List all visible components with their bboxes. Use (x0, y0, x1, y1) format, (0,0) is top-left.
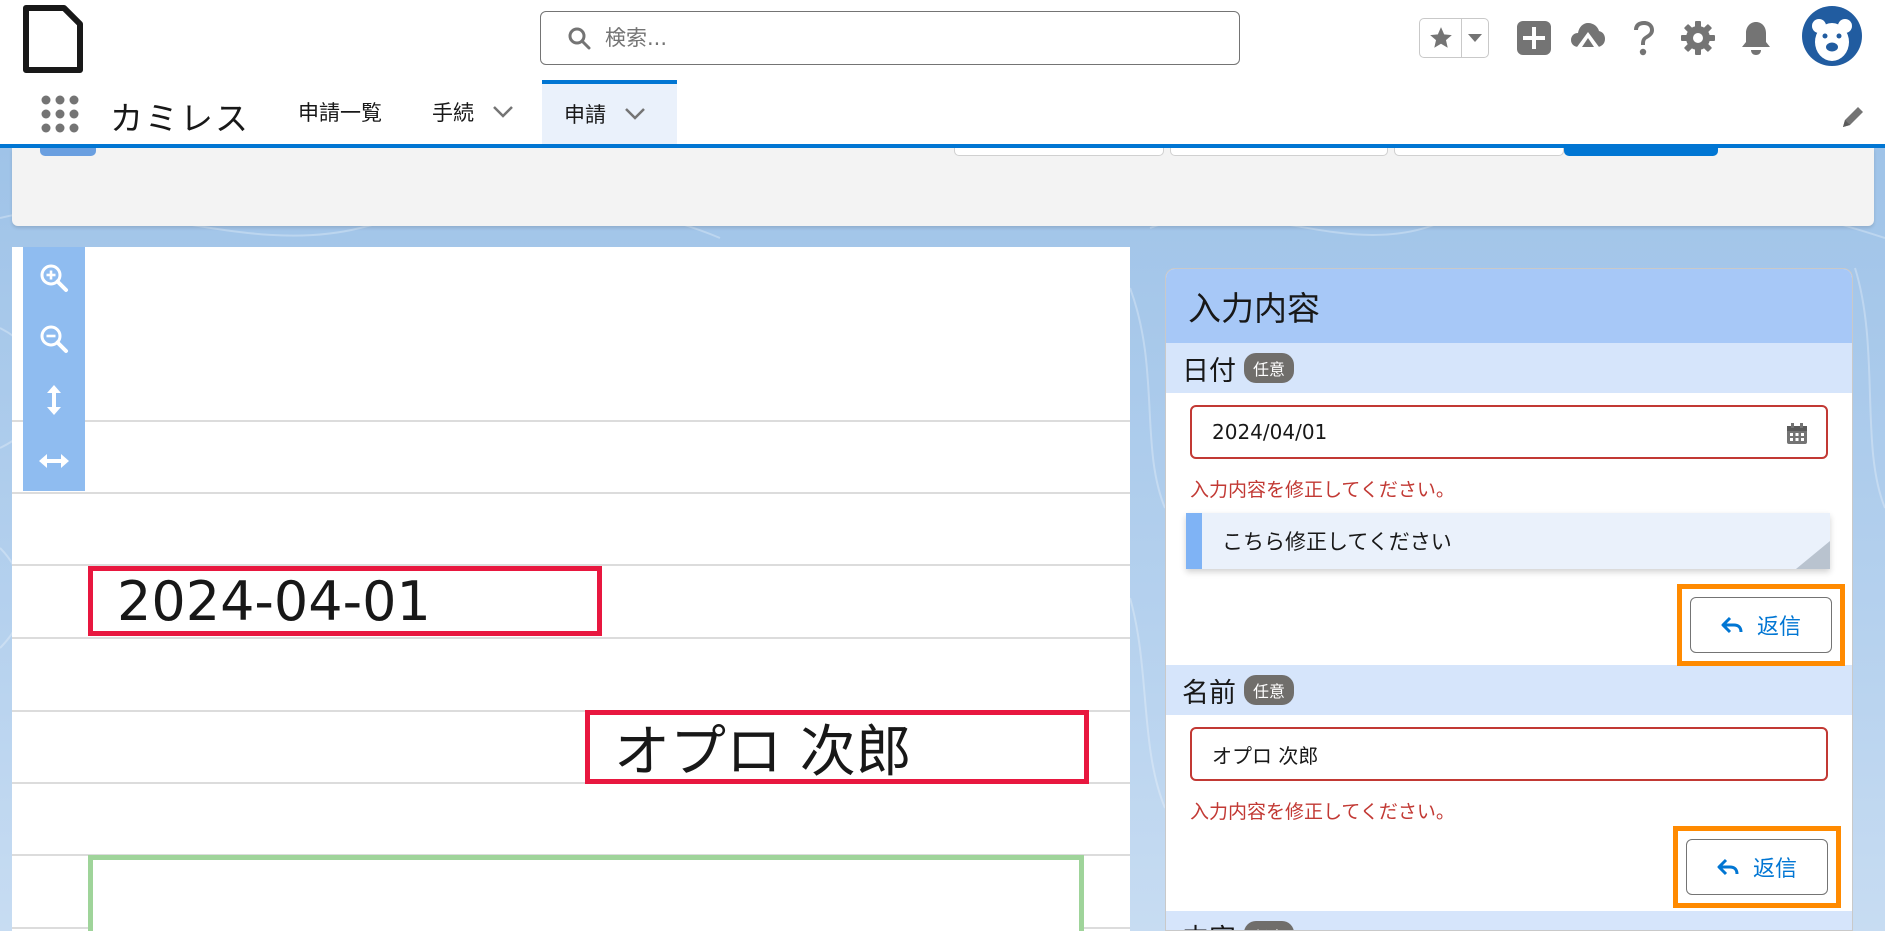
document-viewer[interactable]: 2024-04-01 オプロ 次郎 (12, 247, 1130, 931)
optional-badge: 任意 (1244, 921, 1295, 930)
fit-height-button[interactable] (23, 369, 85, 430)
field-label: 内容 (1182, 917, 1236, 931)
tab-label: 申請 (564, 103, 606, 127)
zoom-out-button[interactable] (23, 308, 85, 369)
comment-fold (1796, 541, 1830, 569)
vertical-arrows-icon (47, 384, 61, 415)
favorites-dropdown-button[interactable] (1462, 19, 1488, 57)
reply-icon (1717, 858, 1739, 876)
reply-label: 返信 (1756, 615, 1801, 640)
highlight-text: 2024-04-01 (117, 569, 431, 633)
chevron-down-icon[interactable] (624, 107, 646, 121)
date-highlight-box[interactable]: 2024-04-01 (88, 566, 602, 636)
name-input[interactable]: オプロ 次郎 (1190, 727, 1828, 781)
calendar-icon[interactable] (1786, 423, 1808, 450)
setup-button[interactable] (1678, 18, 1718, 58)
field-header-content: 内容 任意 (1166, 911, 1852, 931)
tab-application-list[interactable]: 申請一覧 (298, 80, 382, 144)
gear-icon (1681, 21, 1715, 55)
band-partial-element (1394, 148, 1564, 156)
notifications-button[interactable] (1736, 18, 1776, 58)
band-partial-element (40, 148, 96, 156)
edit-nav-button[interactable] (1840, 104, 1866, 134)
name-highlight-box[interactable]: オプロ 次郎 (585, 710, 1089, 785)
band-partial-element (1564, 148, 1718, 156)
bear-avatar-icon (1812, 19, 1852, 61)
reply-label: 返信 (1752, 857, 1797, 882)
panel-title: 入力内容 (1166, 269, 1852, 343)
horizontal-arrows-icon (39, 453, 69, 468)
zoom-in-button[interactable] (23, 247, 85, 308)
date-error-message: 入力内容を修正してください。 (1190, 479, 1455, 501)
star-icon (1429, 27, 1452, 48)
date-input[interactable]: 2024/04/01 (1190, 405, 1828, 459)
help-button[interactable] (1624, 18, 1664, 58)
global-actions-button[interactable] (1514, 18, 1554, 58)
favorite-star-button[interactable] (1420, 19, 1462, 57)
field-body-date: 2024/04/01 入力内容を修正してください。 こちら修正してください 返信 (1166, 393, 1852, 666)
field-header-date: 日付 任意 (1166, 343, 1852, 393)
highlight-text: オプロ 次郎 (614, 719, 912, 785)
reply-button-highlight: 返信 (1673, 826, 1841, 908)
global-search[interactable] (540, 11, 1240, 65)
zoom-in-icon (40, 264, 68, 292)
tab-label: 申請一覧 (298, 101, 382, 125)
form-line (12, 420, 1130, 422)
name-input-value: オプロ 次郎 (1212, 743, 1319, 768)
bell-icon (1742, 22, 1770, 55)
optional-badge: 任意 (1244, 675, 1295, 705)
trailhead-button[interactable] (1568, 18, 1608, 58)
field-header-name: 名前 任意 (1166, 665, 1852, 715)
global-header (0, 0, 1885, 80)
date-input-value: 2024/04/01 (1212, 420, 1328, 444)
reply-icon (1721, 616, 1743, 634)
chevron-down-icon[interactable] (492, 105, 514, 119)
reply-button[interactable]: 返信 (1686, 839, 1828, 895)
fit-width-button[interactable] (23, 430, 85, 491)
caret-down-icon (1468, 34, 1482, 42)
search-input[interactable] (605, 26, 1165, 50)
optional-badge: 任意 (1244, 353, 1295, 383)
field-body-name: オプロ 次郎 入力内容を修正してください。 返信 (1166, 715, 1852, 911)
reply-button-highlight: 返信 (1677, 584, 1845, 666)
app-name: カミレス (110, 99, 250, 138)
band-partial-element (954, 148, 1164, 156)
field-label: 日付 (1182, 355, 1236, 387)
add-icon (1517, 21, 1551, 55)
content-highlight-box[interactable] (88, 855, 1084, 931)
favorites-group (1419, 18, 1489, 58)
comment-text: こちら修正してください (1222, 530, 1452, 554)
search-icon (568, 27, 591, 50)
form-line (12, 492, 1130, 494)
app-launcher-icon (41, 95, 79, 133)
tab-label: 手続 (432, 101, 474, 125)
zoom-toolbar (23, 247, 85, 491)
navigation-bar: カミレス 申請一覧 手続 申請 (0, 80, 1885, 148)
app-launcher-button[interactable] (40, 94, 80, 134)
pencil-icon (1843, 107, 1863, 127)
record-header-band (12, 148, 1874, 226)
document-logo-icon (22, 4, 84, 74)
user-avatar[interactable] (1802, 6, 1862, 66)
form-line (12, 637, 1130, 639)
tab-procedure[interactable]: 手続 (432, 80, 514, 144)
field-label: 名前 (1182, 677, 1236, 709)
reviewer-comment: こちら修正してください (1186, 513, 1830, 569)
input-content-panel: 入力内容 日付 任意 2024/04/01 入力内容を修正してください。 こちら… (1165, 268, 1853, 931)
tab-application[interactable]: 申請 (542, 80, 677, 144)
name-error-message: 入力内容を修正してください。 (1190, 801, 1455, 823)
reply-button[interactable]: 返信 (1690, 597, 1832, 653)
zoom-out-icon (40, 325, 68, 353)
trailhead-icon (1571, 23, 1605, 47)
help-icon (1634, 21, 1654, 56)
band-partial-element (1170, 148, 1388, 156)
